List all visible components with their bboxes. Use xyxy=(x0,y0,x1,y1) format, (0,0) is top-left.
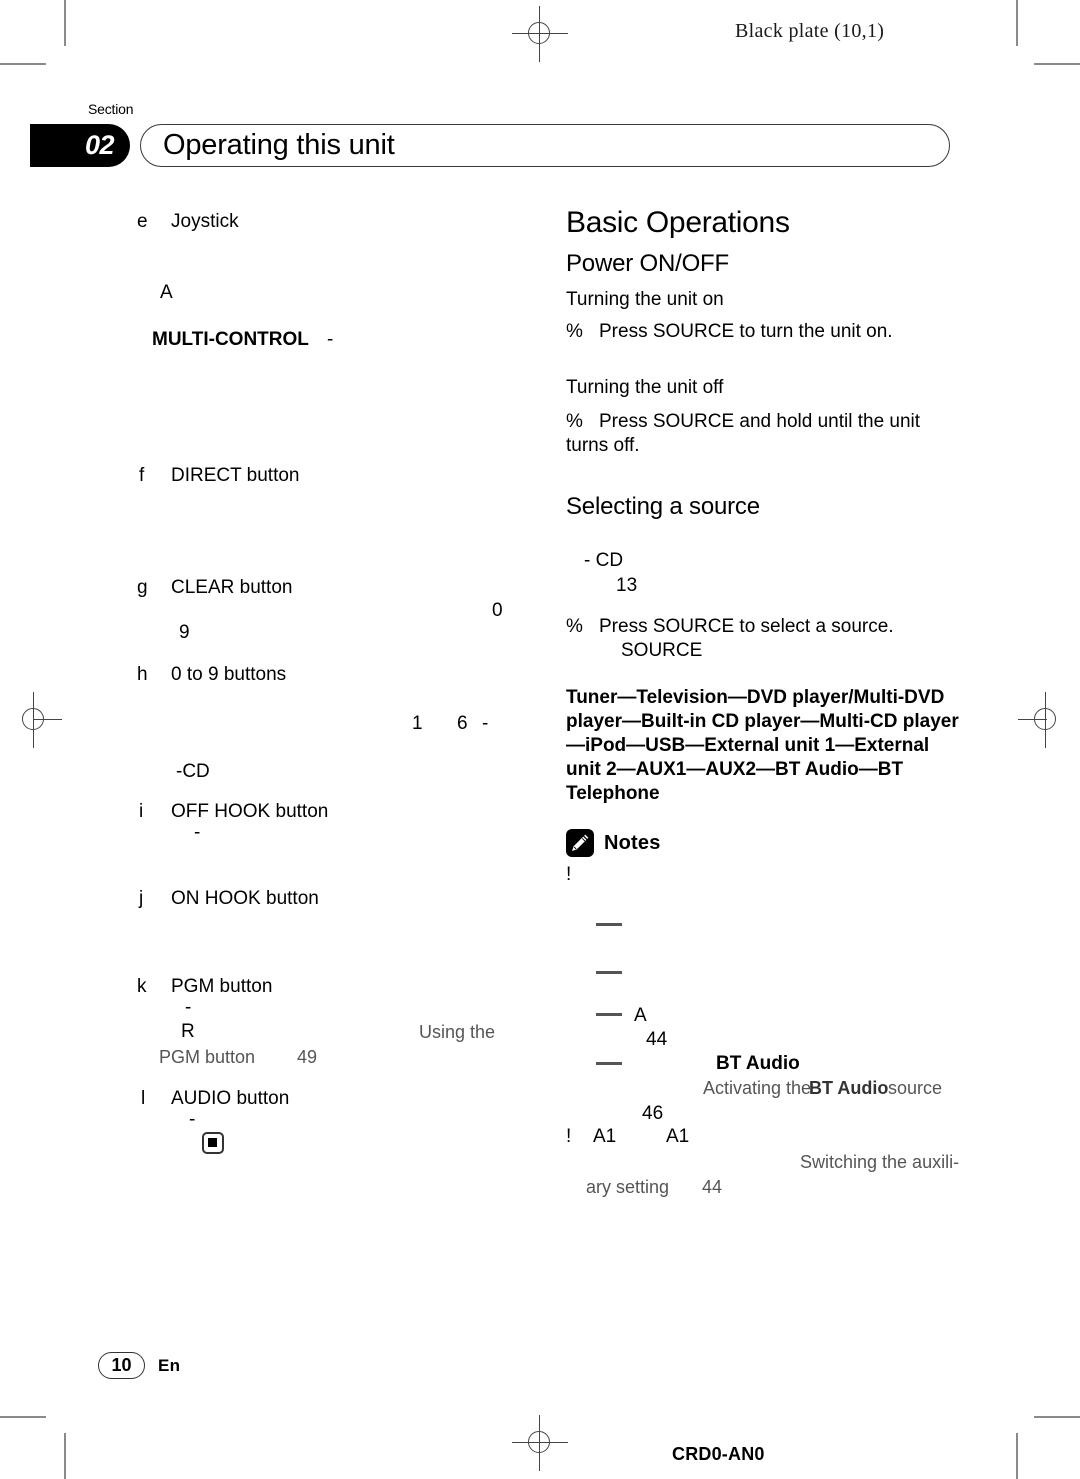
notes-bullet-1: ! xyxy=(566,864,572,885)
turn-off-bullet: % xyxy=(566,411,583,432)
reference-activating-post: source xyxy=(888,1078,943,1098)
crop-mark-bottom-right-horizontal xyxy=(1034,1416,1080,1418)
stop-square-icon xyxy=(202,1132,224,1154)
pencil-icon xyxy=(566,829,594,857)
crop-mark-bottom-left-vertical xyxy=(64,1433,66,1479)
turn-on-bullet: % xyxy=(566,321,583,342)
reference-switching-line1: Switching the auxili- xyxy=(800,1152,960,1172)
notes-dash-1 xyxy=(596,923,622,926)
reference-switching-page: 44 xyxy=(702,1177,723,1197)
fragment-nine: 9 xyxy=(179,622,190,643)
section-word-label: Section xyxy=(88,101,134,117)
list-item-label-0-to-9-buttons: 0 to 9 buttons xyxy=(171,664,287,685)
fragment-six-dash: - xyxy=(482,713,489,734)
crop-mark-top-right-vertical xyxy=(1016,0,1018,46)
turn-on-instruction: Press SOURCE to turn the unit on. xyxy=(599,321,893,342)
page-title: Operating this unit xyxy=(163,129,395,161)
fragment-dash-cd: -CD xyxy=(176,761,210,782)
fragment-multi-control-dash: - xyxy=(327,329,334,350)
list-item-label-off-hook-button: OFF HOOK button xyxy=(171,801,329,822)
fragment-multi-control: MULTI-CONTROL xyxy=(152,329,309,350)
turn-off-instruction-line2: turns off. xyxy=(566,435,640,456)
list-item-label-direct-button: DIRECT button xyxy=(171,465,300,486)
crop-mark-top-left-vertical xyxy=(64,0,66,46)
basic-operations-heading: Basic Operations xyxy=(566,206,790,239)
reference-activating-pre: Activating the xyxy=(703,1078,812,1098)
fragment-audio-dash: - xyxy=(189,1109,196,1130)
turning-unit-off-heading: Turning the unit off xyxy=(566,377,724,398)
select-source-bullet: % xyxy=(566,616,583,637)
footer-language-code: En xyxy=(158,1356,181,1375)
crop-mark-top-left-horizontal xyxy=(0,63,46,65)
list-item-key-e: e xyxy=(137,211,148,232)
fragment-dash-cd-right: - CD xyxy=(584,550,624,571)
registration-mark-bottom xyxy=(512,1415,568,1471)
fragment-pgm-r: R xyxy=(181,1021,195,1042)
fragment-bt-audio: BT Audio xyxy=(716,1053,800,1074)
crop-mark-bottom-right-vertical xyxy=(1016,1433,1018,1479)
reference-pgm-button: PGM button xyxy=(159,1047,256,1067)
turn-off-instruction-line1: Press SOURCE and hold until the unit xyxy=(599,411,921,432)
list-item-label-joystick: Joystick xyxy=(171,211,239,232)
power-on-off-heading: Power ON/OFF xyxy=(566,250,729,277)
crop-mark-top-right-horizontal xyxy=(1034,63,1080,65)
list-item-key-j: j xyxy=(139,888,144,909)
fragment-six: 6 xyxy=(457,713,468,734)
fragment-13: 13 xyxy=(616,575,638,596)
list-item-label-clear-button: CLEAR button xyxy=(171,577,293,598)
notes-bullet-2: ! xyxy=(566,1126,572,1147)
selecting-a-source-heading: Selecting a source xyxy=(566,493,760,520)
list-item-key-l: l xyxy=(141,1088,146,1109)
fragment-note-46: 46 xyxy=(642,1103,664,1124)
fragment-a-letter: A xyxy=(160,282,173,303)
registration-mark-top xyxy=(512,6,568,62)
fragment-zero: 0 xyxy=(492,600,503,621)
reference-switching-line2: ary setting xyxy=(586,1177,670,1197)
list-item-label-audio-button: AUDIO button xyxy=(171,1088,290,1109)
fragment-note-a: A xyxy=(634,1005,647,1026)
list-item-label-on-hook-button: ON HOOK button xyxy=(171,888,319,909)
notes-heading: Notes xyxy=(604,832,661,854)
black-plate-label: Black plate (10,1) xyxy=(735,20,885,42)
reference-pgm-page: 49 xyxy=(297,1047,318,1067)
list-item-key-g: g xyxy=(137,577,148,598)
fragment-note-44: 44 xyxy=(646,1029,668,1050)
section-number: 02 xyxy=(84,130,115,160)
fragment-a1-first: A1 xyxy=(593,1126,617,1147)
list-item-key-i: i xyxy=(139,801,144,822)
list-item-key-h: h xyxy=(137,664,148,685)
list-item-label-pgm-button: PGM button xyxy=(171,976,273,997)
list-item-key-f: f xyxy=(139,465,145,486)
fragment-pgm-dash: - xyxy=(185,997,192,1018)
fragment-one: 1 xyxy=(412,713,423,734)
turning-unit-on-heading: Turning the unit on xyxy=(566,289,724,310)
notes-dash-4 xyxy=(596,1062,622,1065)
fragment-source-word: SOURCE xyxy=(621,640,703,661)
notes-dash-3 xyxy=(596,1013,622,1016)
source-order-list: Tuner—Television—DVD player/Multi-DVD pl… xyxy=(566,687,959,804)
fragment-off-hook-dash: - xyxy=(194,822,201,843)
list-item-key-k: k xyxy=(137,976,147,997)
fragment-a1-second: A1 xyxy=(666,1126,690,1147)
reference-activating-bold: BT Audio xyxy=(809,1078,889,1098)
registration-mark-left xyxy=(6,692,62,748)
crop-mark-bottom-left-horizontal xyxy=(0,1416,46,1418)
notes-dash-2 xyxy=(596,971,622,974)
footer-document-code: CRD0-AN0 xyxy=(672,1444,765,1464)
select-source-instruction: Press SOURCE to select a source. xyxy=(599,616,894,637)
page-number-badge: 10 xyxy=(98,1352,145,1379)
registration-mark-right xyxy=(1018,692,1074,748)
reference-using-the: Using the xyxy=(419,1022,496,1042)
